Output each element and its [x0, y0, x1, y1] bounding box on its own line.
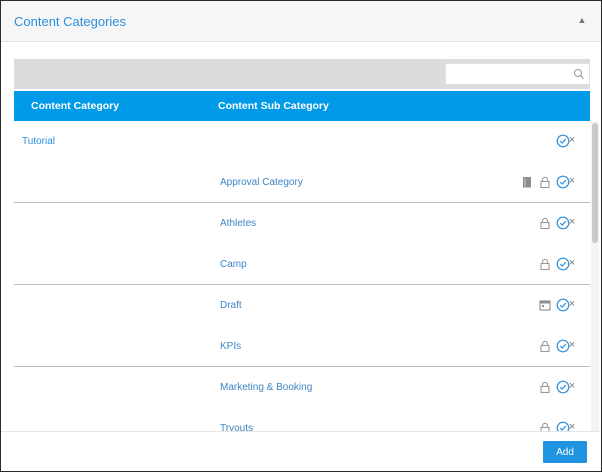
close-icon[interactable]: ×: [567, 216, 577, 228]
footer-divider: [1, 431, 601, 432]
book-icon[interactable]: [520, 175, 534, 189]
lock-icon[interactable]: [538, 175, 552, 189]
close-icon[interactable]: ×: [567, 380, 577, 392]
lock-icon[interactable]: [538, 339, 552, 353]
add-button[interactable]: Add: [543, 441, 587, 463]
column-header-content-category[interactable]: Content Category: [31, 100, 119, 112]
row-actions: [520, 174, 570, 190]
row-actions: [538, 297, 570, 313]
grid-toolbar: [14, 59, 590, 89]
table-row[interactable]: Marketing & Booking ×: [14, 367, 590, 408]
sub-category-cell[interactable]: Camp: [220, 259, 247, 270]
scrollbar[interactable]: [591, 121, 599, 431]
lock-icon[interactable]: [538, 216, 552, 230]
panel-title: Content Categories: [14, 14, 127, 29]
table-row[interactable]: Approval Category ×: [14, 162, 590, 203]
row-actions: [538, 215, 570, 231]
close-icon[interactable]: ×: [567, 175, 577, 187]
close-icon[interactable]: ×: [567, 339, 577, 351]
content-categories-panel: Content Categories ▲ Content Category Co…: [0, 0, 602, 472]
sub-category-cell[interactable]: Athletes: [220, 218, 256, 229]
search-box: [445, 63, 590, 85]
table-row[interactable]: Athletes ×: [14, 203, 590, 244]
search-input[interactable]: [446, 64, 576, 84]
calendar-icon[interactable]: [538, 298, 552, 312]
category-cell[interactable]: Tutorial: [22, 136, 55, 147]
close-icon[interactable]: ×: [567, 298, 577, 310]
column-header-content-sub-category[interactable]: Content Sub Category: [218, 100, 329, 112]
sub-category-cell[interactable]: Marketing & Booking: [220, 382, 312, 393]
row-actions: [538, 338, 570, 354]
row-actions: [538, 379, 570, 395]
close-icon[interactable]: ×: [567, 134, 577, 146]
sub-category-cell[interactable]: Tryouts: [220, 423, 253, 431]
scrollbar-thumb[interactable]: [592, 123, 598, 243]
chevron-up-icon[interactable]: ▲: [575, 13, 589, 27]
lock-icon[interactable]: [538, 421, 552, 431]
table-row[interactable]: Tryouts ×: [14, 408, 590, 431]
search-icon[interactable]: [573, 68, 585, 80]
table-body: Tutorial × Approval Category × Athletes × Camp…: [14, 121, 590, 431]
lock-icon[interactable]: [538, 380, 552, 394]
close-icon[interactable]: ×: [567, 257, 577, 269]
sub-category-cell[interactable]: Approval Category: [220, 177, 303, 188]
table-row[interactable]: Camp ×: [14, 244, 590, 285]
sub-category-cell[interactable]: KPIs: [220, 341, 241, 352]
table-row[interactable]: KPIs ×: [14, 326, 590, 367]
row-actions: [538, 420, 570, 431]
row-actions: [538, 256, 570, 272]
table-header: Content Category Content Sub Category: [14, 91, 590, 121]
table-row[interactable]: Draft ×: [14, 285, 590, 326]
table-row[interactable]: Tutorial ×: [14, 121, 590, 162]
close-icon[interactable]: ×: [567, 421, 577, 431]
sub-category-cell[interactable]: Draft: [220, 300, 242, 311]
lock-icon[interactable]: [538, 257, 552, 271]
panel-header: Content Categories ▲: [1, 1, 601, 42]
